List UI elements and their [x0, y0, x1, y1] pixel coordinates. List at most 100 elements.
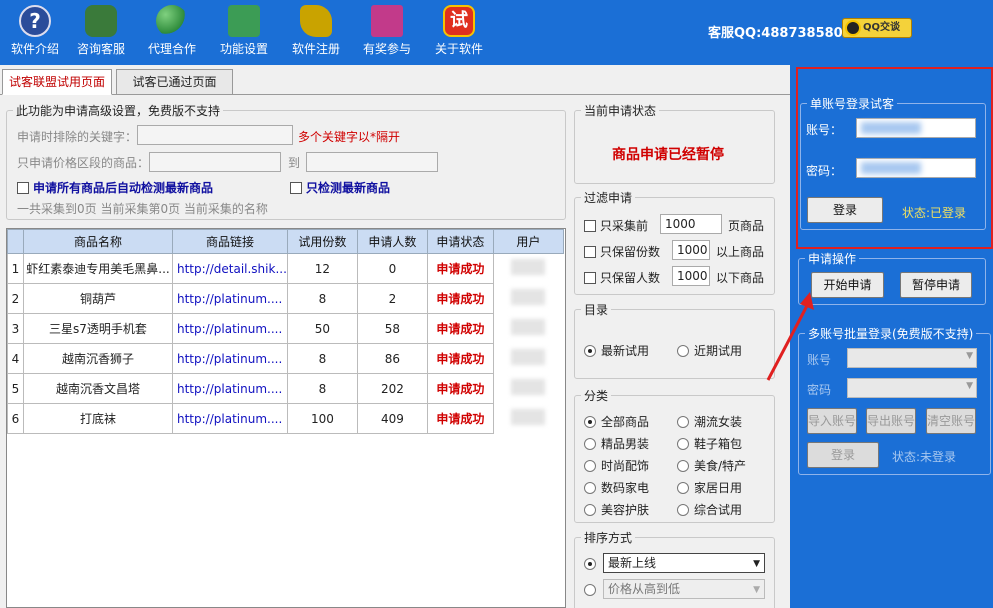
tab-trial-page[interactable]: 试客联盟试用页面	[2, 69, 112, 95]
status-cell: 申请成功	[426, 403, 494, 434]
price-max-input[interactable]	[306, 152, 438, 172]
row-number-header	[7, 229, 24, 254]
price-min-input[interactable]	[149, 152, 281, 172]
annotation-arrow	[766, 292, 814, 381]
category-option[interactable]: 全部商品	[584, 413, 649, 430]
toolbar-label: 功能设置	[219, 42, 268, 56]
trial-icon: 试	[443, 5, 475, 37]
product-link-cell[interactable]: http://platinum....	[172, 403, 288, 434]
export-accounts-button[interactable]: 导出账号	[866, 408, 916, 434]
grid-header-row: 商品名称 商品链接 试用份数 申请人数 申请状态 用户	[7, 229, 564, 254]
gift-icon	[371, 5, 403, 37]
sort-first-select[interactable]: 最新上线 ▼	[603, 553, 765, 573]
exclude-keyword-input[interactable]	[137, 125, 293, 145]
col-header-name[interactable]: 商品名称	[23, 229, 173, 254]
applicants-cell: 202	[356, 373, 428, 404]
filter-pages-checkbox[interactable]: 只采集前	[584, 217, 648, 234]
category-option[interactable]: 时尚配饰	[584, 457, 649, 474]
toolbar-label: 软件介绍	[10, 42, 59, 56]
table-row[interactable]: 6 打底袜 http://platinum.... 100 409 申请成功	[7, 403, 564, 434]
start-apply-button[interactable]: 开始申请	[811, 272, 884, 298]
category-option[interactable]: 数码家电	[584, 479, 649, 496]
filter-pages-input[interactable]: 1000	[660, 214, 722, 234]
category-option-label: 家居日用	[694, 481, 743, 495]
toolbar-intro-button[interactable]: ? 软件介绍	[0, 0, 70, 62]
multi-login-status: 状态:未登录	[892, 450, 957, 464]
product-grid[interactable]: 商品名称 商品链接 试用份数 申请人数 申请状态 用户 1 虾红素泰迪专用美毛黑…	[6, 228, 566, 608]
col-header-status[interactable]: 申请状态	[426, 229, 494, 254]
only-detect-checkbox[interactable]: 只检测最新商品	[290, 179, 390, 196]
toolbar-settings-button[interactable]: 功能设置	[209, 0, 279, 62]
computer-icon	[228, 5, 260, 37]
category-option[interactable]: 潮流女装	[677, 413, 742, 430]
col-header-user[interactable]: 用户	[492, 229, 564, 254]
catalog-group: 目录	[574, 301, 775, 379]
col-header-applicants[interactable]: 申请人数	[356, 229, 428, 254]
applicants-cell: 86	[356, 343, 428, 374]
col-header-copies[interactable]: 试用份数	[286, 229, 358, 254]
user-cell-redacted	[493, 344, 563, 374]
toolbar-register-button[interactable]: 软件注册	[281, 0, 351, 62]
category-option[interactable]: 家居日用	[677, 479, 742, 496]
user-cell-redacted	[493, 254, 563, 284]
row-number: 4	[7, 343, 24, 374]
col-header-link[interactable]: 商品链接	[172, 229, 288, 254]
radio-button	[677, 460, 689, 472]
auto-detect-checkbox[interactable]: 申请所有商品后自动检测最新商品	[17, 179, 213, 196]
table-row[interactable]: 3 三星s7透明手机套 http://platinum.... 50 58 申请…	[7, 313, 564, 344]
price-to-label: 到	[288, 156, 301, 170]
pause-apply-button[interactable]: 暂停申请	[900, 272, 972, 298]
category-option[interactable]: 美容护肤	[584, 501, 649, 518]
toolbar-service-button[interactable]: 咨询客服	[66, 0, 136, 62]
sort-legend: 排序方式	[584, 531, 633, 545]
user-cell-redacted	[493, 284, 563, 314]
filter-people-checkbox[interactable]: 只保留人数	[584, 269, 660, 286]
multi-login-button[interactable]: 登录	[807, 442, 879, 468]
product-link-cell[interactable]: http://platinum....	[172, 313, 288, 344]
sort-second-select[interactable]: 价格从高到低 ▼	[603, 579, 765, 599]
toolbar-about-button[interactable]: 试 关于软件	[424, 0, 494, 62]
toolbar-label: 代理合作	[147, 42, 196, 56]
multi-password-select[interactable]	[847, 378, 977, 398]
sort-option-first[interactable]	[584, 557, 601, 571]
category-option[interactable]: 综合试用	[677, 501, 742, 518]
catalog-option-label: 最新试用	[601, 344, 650, 358]
filter-copies-input[interactable]: 1000	[672, 240, 710, 260]
catalog-option-recent[interactable]: 近期试用	[677, 342, 742, 359]
chevron-down-icon: ▼	[753, 585, 760, 595]
table-row[interactable]: 5 越南沉香文昌塔 http://platinum.... 8 202 申请成功	[7, 373, 564, 404]
sort-option-second[interactable]	[584, 583, 601, 597]
qq-chat-button[interactable]: QQ交谈	[842, 18, 912, 38]
multi-account-select[interactable]	[847, 348, 977, 368]
service-qq-text: 客服QQ:488738580	[708, 26, 843, 41]
table-row[interactable]: 2 铜葫芦 http://platinum.... 8 2 申请成功	[7, 283, 564, 314]
toolbar-reward-button[interactable]: 有奖参与	[352, 0, 422, 62]
key-icon	[300, 5, 332, 37]
product-link-cell[interactable]: http://detail.shik...	[172, 253, 288, 284]
exclude-keyword-label: 申请时排除的关键字：	[17, 130, 138, 144]
category-option-label: 时尚配饰	[601, 459, 650, 473]
filter-people-input[interactable]: 1000	[672, 266, 710, 286]
checkbox-box	[584, 246, 596, 258]
tab-approved-page[interactable]: 试客已通过页面	[116, 69, 233, 95]
main-panel: 此功能为申请高级设置，免费版不支持 申请时排除的关键字： 多个关键字以*隔开 只…	[0, 95, 790, 608]
sort-second-value: 价格从高到低	[608, 582, 681, 596]
filter-copies-checkbox[interactable]: 只保留份数	[584, 243, 660, 260]
product-link-cell[interactable]: http://platinum....	[172, 343, 288, 374]
toolbar-label: 关于软件	[434, 42, 483, 56]
toolbar-agent-button[interactable]: 代理合作	[137, 0, 207, 62]
toolbar-label: 咨询客服	[76, 42, 125, 56]
category-option[interactable]: 精品男装	[584, 435, 649, 452]
catalog-option-latest[interactable]: 最新试用	[584, 342, 649, 359]
auto-detect-label: 申请所有商品后自动检测最新商品	[33, 181, 214, 195]
clear-accounts-button[interactable]: 清空账号	[926, 408, 976, 434]
category-option[interactable]: 鞋子箱包	[677, 435, 742, 452]
product-link-cell[interactable]: http://platinum....	[172, 373, 288, 404]
import-accounts-button[interactable]: 导入账号	[807, 408, 857, 434]
category-option[interactable]: 美食/特产	[677, 457, 746, 474]
row-number: 3	[7, 313, 24, 344]
table-row[interactable]: 1 虾红素泰迪专用美毛黑鼻... http://detail.shik... 1…	[7, 253, 564, 284]
table-row[interactable]: 4 越南沉香狮子 http://platinum.... 8 86 申请成功	[7, 343, 564, 374]
product-link-cell[interactable]: http://platinum....	[172, 283, 288, 314]
status-cell: 申请成功	[426, 373, 494, 404]
